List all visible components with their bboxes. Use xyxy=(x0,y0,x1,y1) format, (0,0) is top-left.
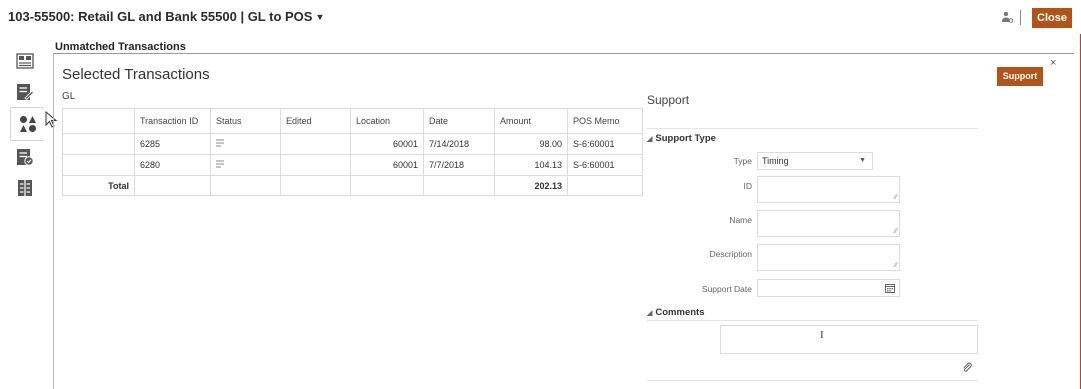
comments-bottom-divider xyxy=(647,380,978,381)
transaction-id-cell: 6285 xyxy=(134,133,211,155)
gl-label: GL xyxy=(62,91,76,102)
note-icon[interactable] xyxy=(216,160,225,168)
column-header-date[interactable]: Date xyxy=(423,108,495,134)
collapse-triangle-icon[interactable]: ◢ xyxy=(647,136,652,143)
text-cursor-icon: I xyxy=(820,329,824,341)
chevron-down-icon[interactable]: ▼ xyxy=(315,12,324,22)
amount-cell: 104.13 xyxy=(494,154,568,176)
rail-item-summary[interactable] xyxy=(14,50,36,72)
empty-cell xyxy=(280,175,351,196)
paperclip-icon[interactable] xyxy=(962,362,972,372)
location-cell: 60001 xyxy=(350,154,424,176)
resize-grip-icon[interactable]: ∕∕ xyxy=(895,228,897,235)
resize-grip-icon[interactable]: ∕∕ xyxy=(895,262,897,269)
total-row: Total 202.13 xyxy=(62,175,643,196)
toolbar-divider xyxy=(1020,10,1021,25)
column-header-location[interactable]: Location xyxy=(350,108,424,134)
collapse-triangle-icon[interactable]: ◢ xyxy=(647,310,652,317)
close-button[interactable]: Close xyxy=(1032,8,1072,28)
empty-cell xyxy=(350,175,424,196)
support-title: Support xyxy=(647,93,690,107)
chevron-down-icon: ▼ xyxy=(859,157,866,164)
type-label: Type xyxy=(733,156,752,166)
column-header-blank xyxy=(62,108,135,134)
type-select-value: Timing xyxy=(762,156,789,166)
location-cell: 60001 xyxy=(350,133,424,155)
column-header-status[interactable]: Status xyxy=(210,108,281,134)
approve-list-icon xyxy=(17,149,34,166)
user-settings-icon[interactable] xyxy=(1000,10,1014,24)
page-title-text: 103-55500: Retail GL and Bank 55500 | GL… xyxy=(8,9,313,24)
top-bar: 103-55500: Retail GL and Bank 55500 | GL… xyxy=(0,0,1081,34)
column-header-amount[interactable]: Amount xyxy=(494,108,568,134)
empty-cell xyxy=(134,175,211,196)
transaction-id-cell: 6280 xyxy=(134,154,211,176)
empty-cell xyxy=(210,175,281,196)
empty-cell xyxy=(423,175,495,196)
description-label: Description xyxy=(709,249,752,259)
status-cell xyxy=(210,154,281,176)
rail-item-approve[interactable] xyxy=(14,146,36,168)
table-row[interactable]: 6280 60001 7/7/2018 104.13 S-6:60001 xyxy=(62,154,643,176)
gl-table: Transaction ID Status Edited Location Da… xyxy=(62,108,643,196)
dialog-title: Selected Transactions xyxy=(62,66,210,83)
comments-label: Comments xyxy=(655,307,705,318)
calendar-icon[interactable] xyxy=(885,283,895,293)
close-icon[interactable]: × xyxy=(1050,57,1056,69)
support-date-field[interactable] xyxy=(757,279,900,297)
column-header-pos-memo[interactable]: POS Memo xyxy=(567,108,643,134)
support-button[interactable]: Support xyxy=(997,67,1043,86)
comments-group[interactable]: ◢ Comments xyxy=(647,307,704,318)
table-row[interactable]: 6285 60001 7/14/2018 98.00 S-6:60001 xyxy=(62,133,643,155)
id-label: ID xyxy=(743,181,753,191)
description-field[interactable]: ∕∕ xyxy=(757,244,900,271)
table-header-row: Transaction ID Status Edited Location Da… xyxy=(62,108,643,134)
row-select-cell[interactable] xyxy=(62,133,135,155)
summary-icon xyxy=(16,53,34,69)
support-type-group[interactable]: ◢ Support Type xyxy=(647,133,716,144)
left-rail xyxy=(0,34,45,389)
rail-item-shapes[interactable] xyxy=(10,107,44,141)
id-field[interactable]: ∕∕ xyxy=(757,176,900,203)
section-title: Unmatched Transactions xyxy=(55,41,186,53)
edited-cell xyxy=(280,154,351,176)
name-field[interactable]: ∕∕ xyxy=(757,210,900,237)
support-type-label: Support Type xyxy=(655,133,716,144)
total-amount: 202.13 xyxy=(494,175,568,196)
type-select[interactable]: Timing ▼ xyxy=(757,152,873,170)
date-cell: 7/7/2018 xyxy=(423,154,495,176)
column-header-edited[interactable]: Edited xyxy=(280,108,351,134)
shapes-icon xyxy=(19,116,36,132)
total-label: Total xyxy=(62,175,135,196)
edit-list-icon xyxy=(17,84,34,101)
name-label: Name xyxy=(729,215,752,225)
amount-cell: 98.00 xyxy=(494,133,568,155)
column-header-transaction-id[interactable]: Transaction ID xyxy=(134,108,211,134)
note-icon[interactable] xyxy=(216,139,225,147)
resize-grip-icon[interactable]: ∕∕ xyxy=(895,194,897,201)
rail-item-columns[interactable] xyxy=(14,177,36,199)
support-divider xyxy=(647,128,978,129)
page-title[interactable]: 103-55500: Retail GL and Bank 55500 | GL… xyxy=(8,9,324,24)
edited-cell xyxy=(280,133,351,155)
pos-memo-cell: S-6:60001 xyxy=(567,133,643,155)
rail-item-edit[interactable] xyxy=(14,81,36,103)
comments-divider xyxy=(647,320,978,321)
support-date-label: Support Date xyxy=(701,284,752,294)
status-cell xyxy=(210,133,281,155)
columns-icon xyxy=(18,180,32,196)
row-select-cell[interactable] xyxy=(62,154,135,176)
comment-input[interactable] xyxy=(720,325,978,354)
date-cell: 7/14/2018 xyxy=(423,133,495,155)
